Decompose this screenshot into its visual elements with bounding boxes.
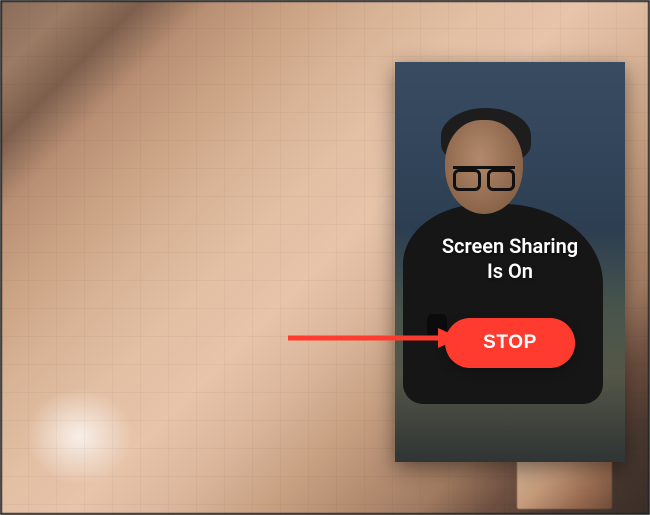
stop-button[interactable]: STOP	[445, 318, 575, 368]
screen-sharing-status-label: Screen Sharing Is On	[395, 234, 625, 284]
screen-sharing-pip: Screen Sharing Is On STOP	[395, 62, 625, 462]
